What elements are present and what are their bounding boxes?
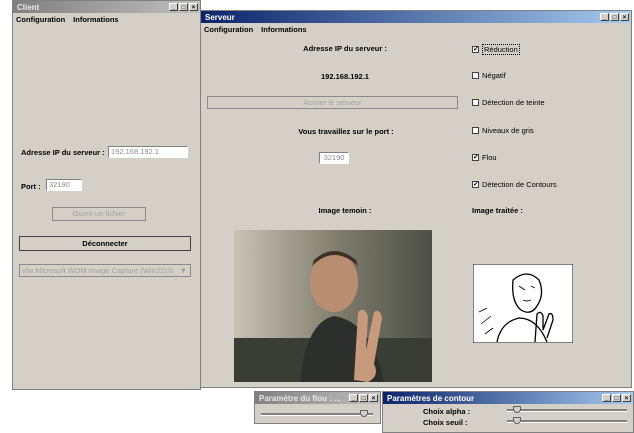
slider-thumb[interactable] xyxy=(512,417,521,424)
menu-informations[interactable]: Informations xyxy=(261,25,306,34)
checkbox[interactable]: ✓ xyxy=(472,154,479,161)
client-window: Client _ □ × Configuration Informations … xyxy=(12,0,201,390)
blur-params-window: Paramètre du flou : ... _ □ × xyxy=(254,391,381,424)
slider-track xyxy=(507,420,627,423)
threshold-slider[interactable] xyxy=(507,417,627,427)
server-ip-label: Adresse IP du serveur : xyxy=(303,44,387,53)
server-port-label: Vous travaillez sur le port : xyxy=(298,127,394,136)
slider-thumb[interactable] xyxy=(359,410,368,417)
close-icon[interactable]: × xyxy=(189,3,198,11)
option-label: Flou xyxy=(482,153,497,162)
checkbox[interactable] xyxy=(472,72,479,79)
alpha-label: Choix alpha : xyxy=(423,407,471,416)
server-ip-value: 192.168.192.1 xyxy=(321,72,369,81)
slider-track xyxy=(507,409,627,412)
minimize-icon[interactable]: _ xyxy=(349,394,358,402)
maximize-icon[interactable]: □ xyxy=(179,3,188,11)
option-label: Réduction xyxy=(482,44,520,55)
slider-track xyxy=(261,413,373,416)
server-window: Serveur _ □ × Configuration Informations… xyxy=(200,10,632,388)
maximize-icon[interactable]: □ xyxy=(612,394,621,402)
option-label: Détection de teinte xyxy=(482,98,545,107)
blur-title: Paramètre du flou : ... xyxy=(259,393,341,403)
processed-image xyxy=(473,264,573,343)
alpha-slider[interactable] xyxy=(507,406,627,416)
option-label: Niveaux de gris xyxy=(482,126,534,135)
image-witness-label: Image temoin : xyxy=(318,206,372,215)
client-ip-label: Adresse IP du serveur : xyxy=(21,148,105,157)
checkbox[interactable]: ✓ xyxy=(472,181,479,188)
server-menubar: Configuration Informations xyxy=(201,23,631,35)
contour-title: Paramètres de contour xyxy=(387,393,475,403)
activate-server-button[interactable]: Activer le serveur xyxy=(207,96,458,109)
option-negatif[interactable]: Négatif xyxy=(472,71,506,80)
blur-titlebar[interactable]: Paramètre du flou : ... _ □ × xyxy=(255,392,380,404)
close-icon[interactable]: × xyxy=(622,394,631,402)
maximize-icon[interactable]: □ xyxy=(359,394,368,402)
menu-configuration[interactable]: Configuration xyxy=(16,15,65,24)
blur-slider[interactable] xyxy=(261,410,373,420)
client-ip-field[interactable]: 192.168.192.1 xyxy=(108,146,188,158)
disconnect-button[interactable]: Déconnecter xyxy=(19,236,191,251)
capture-device-value: vfw:Microsoft WDM Image Capture (Win32):… xyxy=(22,266,173,275)
checkbox[interactable] xyxy=(472,99,479,106)
minimize-icon[interactable]: _ xyxy=(602,394,611,402)
threshold-label: Choix seuil : xyxy=(423,418,468,427)
option-detection-contours[interactable]: ✓ Détection de Contours xyxy=(472,180,557,189)
capture-device-select[interactable]: vfw:Microsoft WDM Image Capture (Win32):… xyxy=(19,264,191,277)
option-label: Négatif xyxy=(482,71,506,80)
checkbox[interactable]: ✓ xyxy=(472,46,479,53)
checkbox[interactable] xyxy=(472,127,479,134)
contour-titlebar[interactable]: Paramètres de contour _ □ × xyxy=(383,392,633,404)
chevron-down-icon: ▼ xyxy=(179,266,187,275)
close-icon[interactable]: × xyxy=(369,394,378,402)
witness-image xyxy=(234,230,432,382)
client-title: Client xyxy=(17,2,40,12)
client-port-field[interactable]: 32190 xyxy=(46,179,82,191)
client-menubar: Configuration Informations xyxy=(13,13,200,25)
server-port-field[interactable]: 32190 xyxy=(319,152,349,164)
menu-informations[interactable]: Informations xyxy=(73,15,118,24)
close-icon[interactable]: × xyxy=(620,13,629,21)
option-flou[interactable]: ✓ Flou xyxy=(472,153,497,162)
minimize-icon[interactable]: _ xyxy=(169,3,178,11)
image-processed-label: Image traitée : xyxy=(472,206,523,215)
minimize-icon[interactable]: _ xyxy=(600,13,609,21)
client-port-label: Port : xyxy=(21,182,41,191)
slider-thumb[interactable] xyxy=(512,406,521,413)
open-file-button[interactable]: Ouvrir un fichier xyxy=(52,207,146,221)
server-title: Serveur xyxy=(205,12,235,22)
client-titlebar[interactable]: Client _ □ × xyxy=(13,1,200,13)
option-niveaux-gris[interactable]: Niveaux de gris xyxy=(472,126,534,135)
option-reduction[interactable]: ✓ Réduction xyxy=(472,44,520,55)
server-titlebar[interactable]: Serveur _ □ × xyxy=(201,11,631,23)
contour-params-window: Paramètres de contour _ □ × Choix alpha … xyxy=(382,391,634,433)
maximize-icon[interactable]: □ xyxy=(610,13,619,21)
option-detection-teinte[interactable]: Détection de teinte xyxy=(472,98,545,107)
menu-configuration[interactable]: Configuration xyxy=(204,25,253,34)
option-label: Détection de Contours xyxy=(482,180,557,189)
